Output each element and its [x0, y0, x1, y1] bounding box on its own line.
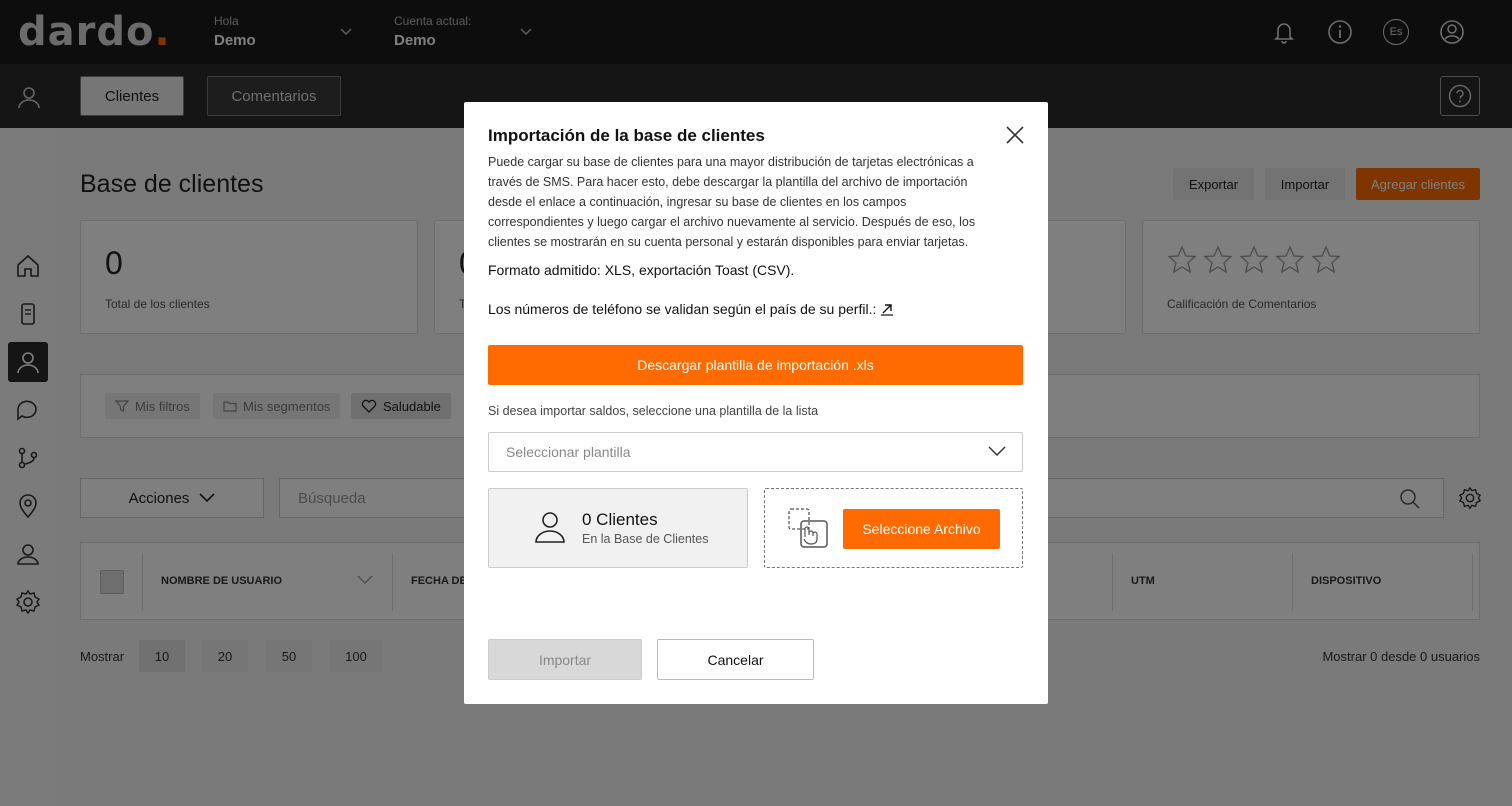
external-link-icon[interactable] [880, 302, 894, 316]
modal-import-button[interactable]: Importar [488, 639, 642, 680]
modal-title: Importación de la base de clientes [488, 126, 765, 145]
clients-count-sub: En la Base de Clientes [582, 532, 709, 546]
file-drop-zone[interactable]: Seleccione Archivo [764, 488, 1023, 568]
close-icon[interactable] [1004, 124, 1026, 146]
clients-count: 0 Clientes [582, 510, 658, 529]
import-modal: Importación de la base de clientes Puede… [464, 102, 1048, 704]
modal-cancel-button[interactable]: Cancelar [657, 639, 814, 680]
download-template-button[interactable]: Descargar plantilla de importación .xls [488, 345, 1023, 385]
drag-file-icon [788, 508, 828, 548]
clients-count-box: 0 Clientes En la Base de Clientes [488, 488, 748, 568]
chevron-down-icon [988, 446, 1006, 457]
supported-format: Formato admitido: XLS, exportación Toast… [488, 262, 795, 278]
select-file-button[interactable]: Seleccione Archivo [843, 509, 1000, 549]
modal-description: Puede cargar su base de clientes para un… [488, 155, 976, 249]
template-select[interactable]: Seleccionar plantilla [488, 432, 1023, 472]
clients-icon [535, 512, 565, 543]
balance-hint: Si desea importar saldos, seleccione una… [488, 404, 819, 418]
phone-validation-note: Los números de teléfono se validan según… [488, 301, 894, 317]
